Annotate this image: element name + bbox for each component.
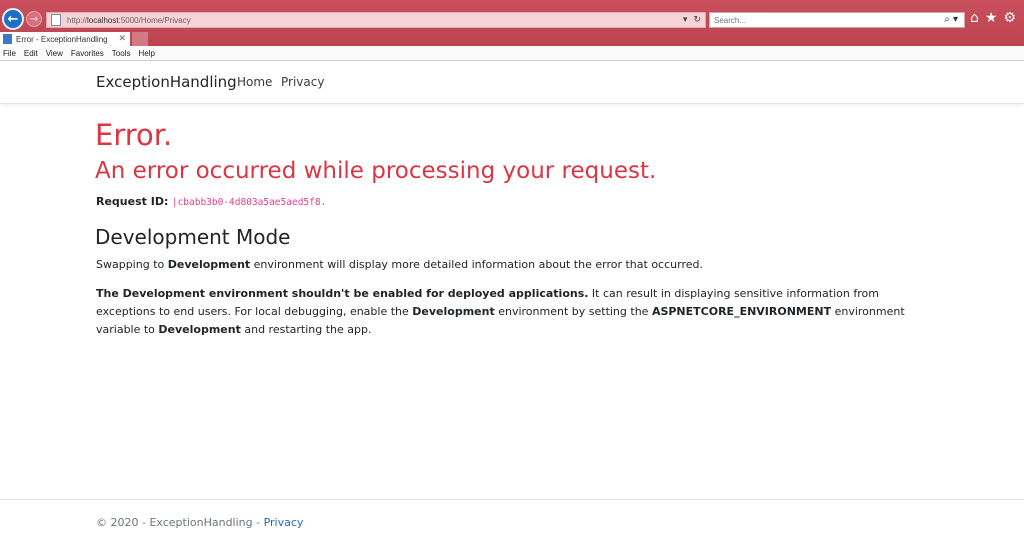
menu-tools[interactable]: Tools — [112, 49, 131, 58]
arrow-right-icon: → — [29, 13, 39, 25]
page-icon — [51, 14, 61, 26]
footer-copyright: © 2020 - ExceptionHandling - — [96, 516, 264, 529]
browser-toolbar: ← → http://localhost:5000/Home/Privacy ▾… — [0, 6, 1024, 32]
page-title: Error. — [95, 118, 173, 152]
p1-text-b: environment will display more detailed i… — [250, 258, 703, 271]
error-subtitle: An error occurred while processing your … — [95, 158, 657, 184]
request-id-line: Request ID: |cbabb3b0-4d803a5ae5aed5f8. — [96, 195, 326, 208]
nav-privacy[interactable]: Privacy — [281, 75, 324, 89]
p2-bold-b: Development — [412, 305, 495, 318]
p2-text-b: environment by setting the — [494, 305, 652, 318]
p1-bold: Development — [167, 258, 251, 271]
request-id-label: Request ID: — [96, 195, 169, 208]
request-id-value: |cbabb3b0-4d803a5ae5aed5f8. — [171, 197, 327, 208]
tab-strip: Error - ExceptionHandling ✕ — [0, 32, 1024, 46]
menu-favorites[interactable]: Favorites — [71, 49, 104, 58]
refresh-icon[interactable]: ↻ — [693, 15, 701, 25]
new-tab-button[interactable] — [132, 32, 148, 46]
search-icon[interactable]: ⌕ ▾ — [944, 14, 958, 25]
gear-icon[interactable]: ⚙ — [1003, 10, 1016, 26]
search-input[interactable] — [710, 15, 930, 25]
nav-home[interactable]: Home — [237, 75, 272, 89]
close-icon[interactable]: ✕ — [118, 33, 126, 44]
forward-button[interactable]: → — [26, 11, 42, 27]
home-icon[interactable]: ⌂ — [970, 10, 979, 26]
p2-bold-d: Development — [158, 323, 241, 336]
url-host: localhost — [87, 15, 119, 25]
tab-title: Error - ExceptionHandling — [16, 34, 108, 44]
site-navbar: ExceptionHandling Home Privacy — [0, 61, 1024, 104]
p1-text-a: Swapping to — [96, 258, 168, 271]
footer-text: © 2020 - ExceptionHandling - Privacy — [96, 516, 303, 529]
menu-bar: File Edit View Favorites Tools Help — [0, 46, 1024, 61]
url-prefix: http:// — [67, 15, 88, 25]
p2-text-d: and restarting the app. — [240, 323, 372, 336]
dev-mode-heading: Development Mode — [95, 225, 291, 249]
url-text: http://localhost:5000/Home/Privacy — [67, 16, 191, 25]
dev-mode-paragraph: Swapping to Development environment will… — [96, 256, 926, 274]
dropdown-icon[interactable]: ▾ — [683, 15, 688, 25]
tab-page-icon — [3, 34, 12, 44]
search-box[interactable]: ⌕ ▾ — [709, 12, 965, 28]
back-button[interactable]: ← — [2, 8, 24, 30]
footer-privacy-link[interactable]: Privacy — [264, 516, 304, 529]
menu-edit[interactable]: Edit — [24, 49, 38, 58]
browser-chrome: ← → http://localhost:5000/Home/Privacy ▾… — [0, 0, 1024, 61]
tab-active[interactable]: Error - ExceptionHandling ✕ — [0, 32, 130, 46]
address-bar[interactable]: http://localhost:5000/Home/Privacy ▾ ↻ — [46, 12, 706, 28]
url-path: :5000/Home/Privacy — [118, 15, 191, 25]
menu-file[interactable]: File — [3, 49, 16, 58]
p2-bold-c: ASPNETCORE_ENVIRONMENT — [651, 305, 832, 318]
menu-view[interactable]: View — [46, 49, 63, 58]
favorites-star-icon[interactable]: ★ — [985, 10, 998, 26]
arrow-left-icon: ← — [7, 11, 19, 27]
warning-paragraph: The Development environment shouldn't be… — [96, 285, 936, 339]
site-brand[interactable]: ExceptionHandling — [96, 73, 237, 91]
site-footer: © 2020 - ExceptionHandling - Privacy — [0, 499, 1024, 535]
menu-help[interactable]: Help — [138, 49, 154, 58]
p2-bold-a: The Development environment shouldn't be… — [96, 287, 589, 300]
